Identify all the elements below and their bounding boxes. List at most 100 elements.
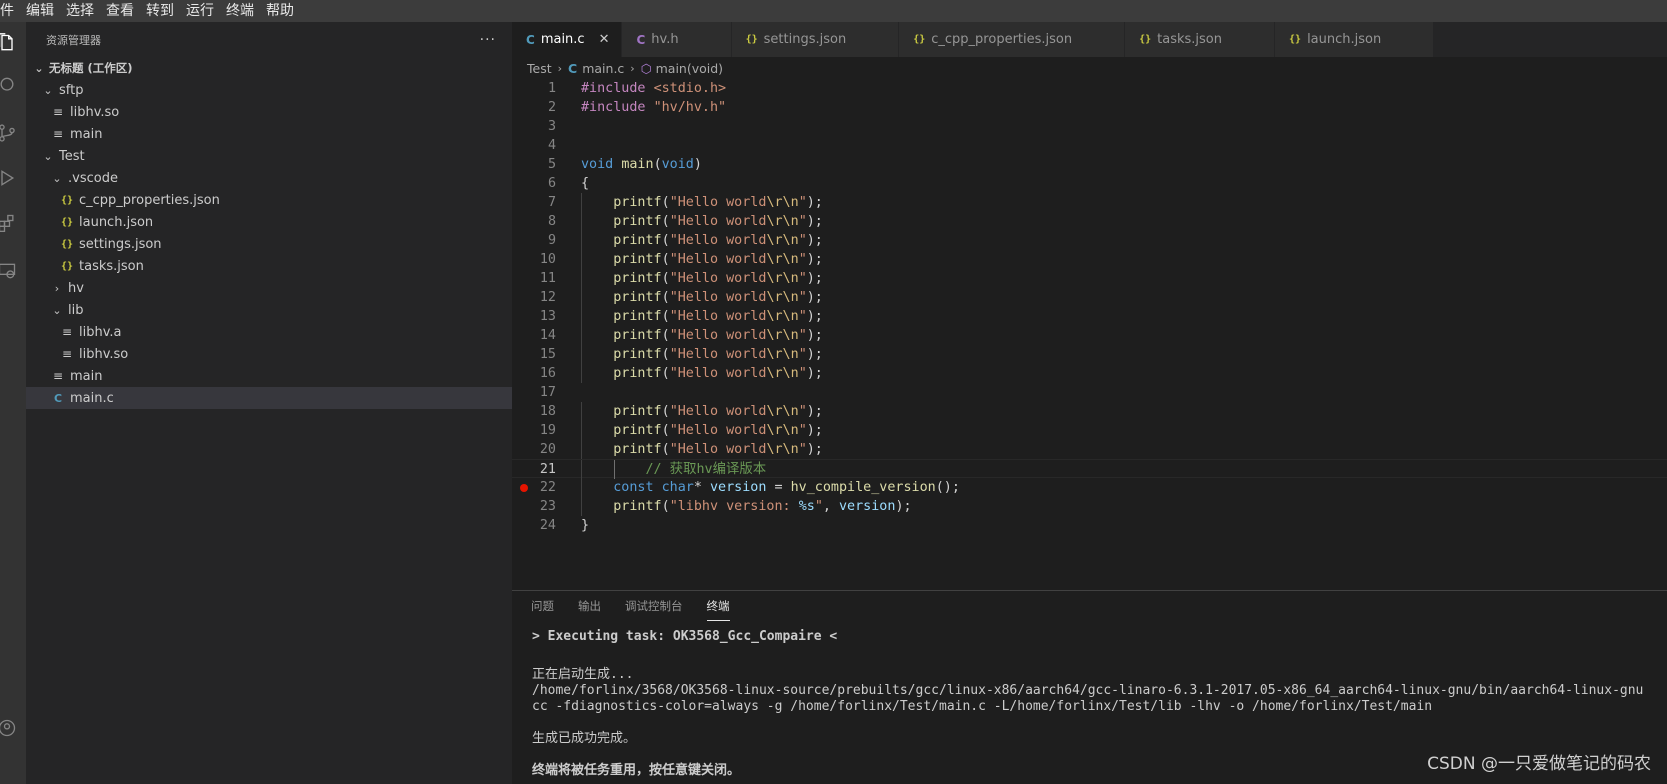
header-file-icon: C	[636, 32, 646, 47]
editor-tab[interactable]: {} settings.json	[731, 22, 900, 57]
breadcrumb-file[interactable]: main.c	[582, 61, 624, 76]
menu-item[interactable]: 件	[0, 0, 20, 22]
tree-item[interactable]: {} tasks.json	[26, 255, 512, 277]
code-text: {	[581, 176, 590, 191]
tree-item[interactable]: {} settings.json	[26, 233, 512, 255]
code-text: printf("Hello world\r\n");	[613, 309, 823, 324]
editor-tab[interactable]: Chv.h	[622, 22, 732, 57]
menu-item[interactable]: 转到	[140, 0, 180, 22]
breadcrumb-symbol[interactable]: main(void)	[656, 61, 723, 76]
tree-item[interactable]: ⌄ .vscode	[26, 167, 512, 189]
code-line: 7 printf("Hello world\r\n");	[512, 193, 1667, 212]
line-number: 18	[539, 404, 556, 419]
line-number: 11	[539, 271, 556, 286]
code-line: 8 printf("Hello world\r\n");	[512, 212, 1667, 231]
tree-item-label: hv	[68, 280, 84, 296]
line-number: 15	[539, 347, 556, 362]
tree-item[interactable]: › hv	[26, 277, 512, 299]
code-text: #include <stdio.h>	[581, 81, 727, 96]
tree-item-label: sftp	[59, 82, 84, 98]
more-actions-icon[interactable]: ···	[480, 32, 496, 48]
code-editor[interactable]: 1 #include <stdio.h> 2 #include "hv/hv.h" 3 4…	[512, 79, 1667, 535]
chevron-down-icon: ⌄	[34, 61, 44, 75]
panel-tab[interactable]: 问题	[531, 591, 554, 621]
code-text: void main(void)	[581, 157, 702, 172]
tree-item[interactable]: ≡ main	[26, 365, 512, 387]
tree-item[interactable]: ⌄ Test	[26, 145, 512, 167]
workspace-label: 无标题 (工作区)	[49, 61, 133, 75]
tab-label: hv.h	[651, 32, 679, 47]
code-text: printf("libhv version: %s", version);	[613, 499, 912, 514]
menu-item[interactable]: 终端	[220, 0, 260, 22]
code-line: 10 printf("Hello world\r\n");	[512, 250, 1667, 269]
line-number: 22	[539, 480, 556, 495]
tree-item[interactable]: ≡ libhv.so	[26, 343, 512, 365]
code-line: 4	[512, 136, 1667, 155]
code-text: printf("Hello world\r\n");	[613, 347, 823, 362]
json-file-icon: {}	[60, 216, 74, 228]
code-line: 24}	[512, 516, 1667, 535]
run-debug-icon[interactable]	[0, 167, 18, 189]
code-text: printf("Hello world\r\n");	[613, 423, 823, 438]
explorer-header: 资源管理器 ···	[26, 22, 512, 57]
chevron-down-icon: ⌄	[43, 149, 53, 163]
code-text: printf("Hello world\r\n");	[613, 271, 823, 286]
panel-tab[interactable]: 调试控制台	[625, 591, 683, 621]
editor-tab[interactable]: {} tasks.json	[1125, 22, 1276, 57]
json-file-icon: {}	[1289, 34, 1302, 45]
breadcrumb-folder[interactable]: Test	[527, 61, 552, 76]
chevron-right-icon: ›	[557, 61, 563, 75]
menu-item[interactable]: 帮助	[260, 0, 300, 22]
json-file-icon: {}	[60, 260, 74, 272]
tree-item[interactable]: ≡ libhv.so	[26, 101, 512, 123]
terminal-line: 正在启动生成...	[532, 667, 634, 682]
menu-item[interactable]: 选择	[60, 0, 100, 22]
code-text: }	[581, 518, 590, 533]
line-number: 14	[539, 328, 556, 343]
explorer-title: 资源管理器	[46, 33, 101, 47]
source-control-icon[interactable]	[0, 122, 18, 144]
tree-item[interactable]: Cmain.c	[26, 387, 512, 409]
line-number: 10	[539, 252, 556, 267]
menu-bar: 件编辑 选择 查看 转到 运行 终端 帮助	[0, 0, 1667, 22]
tree-item[interactable]: ⌄ lib	[26, 299, 512, 321]
file-lines-icon: ≡	[61, 347, 73, 361]
c-file-icon: C	[526, 32, 535, 47]
code-line: 6{	[512, 174, 1667, 193]
editor-tab[interactable]: {} launch.json	[1275, 22, 1435, 57]
json-file-icon: {}	[60, 194, 74, 206]
tree-item[interactable]: ⌄ sftp	[26, 79, 512, 101]
extensions-icon[interactable]	[0, 212, 18, 234]
tree-item[interactable]: ≡ main	[26, 123, 512, 145]
account-icon[interactable]	[0, 717, 18, 739]
line-number: 23	[539, 499, 556, 514]
menu-item[interactable]: 查看	[100, 0, 140, 22]
line-number: 21	[539, 462, 556, 477]
close-icon[interactable]: ✕	[599, 32, 610, 47]
editor-tab[interactable]: Cmain.c ✕	[512, 22, 623, 57]
workspace-root[interactable]: ⌄ 无标题 (工作区)	[26, 57, 512, 79]
code-line: 21 // 获取hv编译版本	[512, 459, 1667, 479]
search-icon[interactable]	[0, 74, 18, 96]
remote-explorer-icon[interactable]	[0, 260, 18, 282]
code-text: printf("Hello world\r\n");	[613, 290, 823, 305]
tree-item[interactable]: ≡ libhv.a	[26, 321, 512, 343]
json-file-icon: {}	[913, 34, 926, 45]
code-line: 22 const char* version = hv_compile_vers…	[512, 478, 1667, 497]
menu-item[interactable]: 编辑	[20, 0, 60, 22]
json-file-icon: {}	[60, 238, 74, 250]
panel-tab[interactable]: 终端	[706, 591, 730, 621]
code-text: printf("Hello world\r\n");	[613, 328, 823, 343]
tree-item[interactable]: {} c_cpp_properties.json	[26, 189, 512, 211]
panel-tab[interactable]: 输出	[578, 591, 601, 621]
tree-item[interactable]: {} launch.json	[26, 211, 512, 233]
code-text: printf("Hello world\r\n");	[613, 195, 823, 210]
c-file-icon: C	[568, 60, 578, 76]
files-icon[interactable]	[0, 32, 18, 54]
menu-item[interactable]: 运行	[180, 0, 220, 22]
line-number: 3	[547, 119, 556, 134]
editor-tab[interactable]: {} c_cpp_properties.json	[899, 22, 1126, 57]
code-line: 23 printf("libhv version: %s", version);	[512, 497, 1667, 516]
terminal-line: > Executing task: OK3568_Gcc_Compaire <	[532, 629, 838, 644]
